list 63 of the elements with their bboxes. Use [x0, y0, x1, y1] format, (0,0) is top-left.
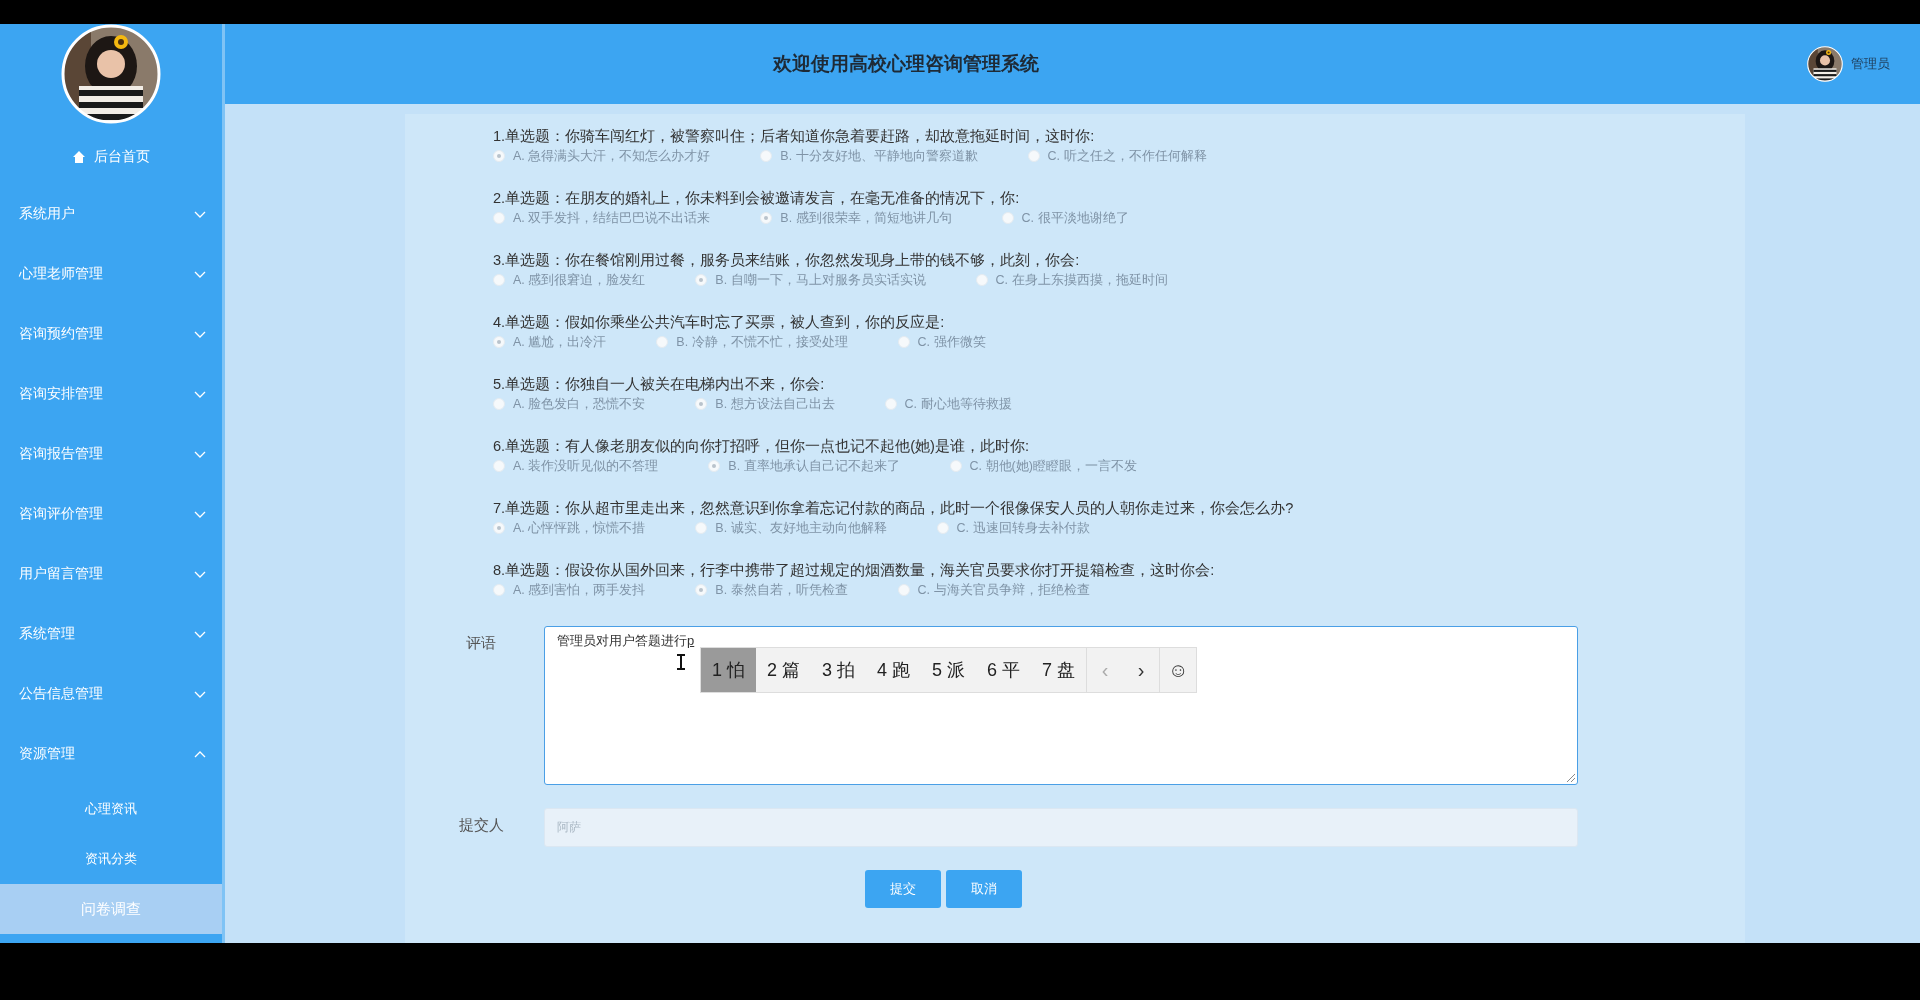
submit-button[interactable]: 提交: [865, 870, 941, 908]
option-label: C. 很平淡地谢绝了: [1021, 209, 1129, 227]
option-label: C. 耐心地等待救援: [904, 395, 1012, 413]
option-label: C. 在身上东摸西摸，拖延时间: [995, 271, 1168, 289]
candidate-item[interactable]: 1 怕: [701, 648, 756, 692]
question-text: 4.单选题：假如你乘坐公共汽车时忘了买票，被人查到，你的反应是:: [493, 313, 946, 332]
user-name[interactable]: 管理员: [1851, 55, 1890, 73]
emoji-button[interactable]: ☺: [1159, 648, 1197, 692]
option-label: A. 尴尬，出冷汗: [513, 333, 607, 351]
submenu-item[interactable]: 资讯分类: [0, 834, 222, 884]
menu-item[interactable]: 咨询预约管理: [19, 325, 103, 343]
question-text: 5.单选题：你独自一人被关在电梯内出不来，你会:: [493, 375, 826, 394]
home-icon: [72, 150, 86, 164]
app-title: 欢迎使用高校心理咨询管理系统: [771, 52, 1040, 76]
next-page-button[interactable]: ›: [1123, 648, 1160, 692]
menu-item[interactable]: 公告信息管理: [19, 685, 103, 703]
option-label: C. 迅速回转身去补付款: [956, 519, 1090, 537]
candidate-item[interactable]: 2 篇: [756, 648, 812, 692]
cancel-button[interactable]: 取消: [946, 870, 1022, 908]
option-label: C. 强作微笑: [917, 333, 986, 351]
option-label: A. 急得满头大汗，不知怎么办才好: [513, 147, 711, 165]
resize-handle-icon[interactable]: [1566, 773, 1576, 783]
option-label: A. 感到很窘迫，脸发红: [513, 271, 646, 289]
option-label: B. 感到很荣幸，简短地讲几句: [780, 209, 952, 227]
question-text: 1.单选题：你骑车闯红灯，被警察叫住；后者知道你急着要赶路，却故意拖延时间，这时你:: [493, 127, 1096, 146]
option-label: A. 心怦怦跳，惊慌不措: [513, 519, 646, 537]
field-label: 评语: [465, 633, 497, 653]
menu-item[interactable]: 咨询报告管理: [19, 445, 103, 463]
candidate-item[interactable]: 7 盘: [1031, 648, 1087, 692]
option-label: A. 感到害怕，两手发抖: [513, 581, 646, 599]
menu-item[interactable]: 咨询评价管理: [19, 505, 103, 523]
option-label: A. 装作没听见似的不答理: [513, 457, 659, 475]
option-label: B. 想方设法自己出去: [715, 395, 835, 413]
option-label: B. 直率地承认自己记不起来了: [728, 457, 900, 475]
menu-item[interactable]: 系统用户: [19, 205, 75, 223]
candidate-item[interactable]: 4 跑: [866, 648, 922, 692]
menu-item[interactable]: 资源管理: [19, 745, 75, 763]
candidate-item[interactable]: 6 平: [976, 648, 1032, 692]
candidate-item[interactable]: 3 拍: [811, 648, 867, 692]
candidate-item[interactable]: 5 派: [921, 648, 977, 692]
question-text: 3.单选题：你在餐馆刚用过餐，服务员来结账，你忽然发现身上带的钱不够，此刻，你会:: [493, 251, 1081, 270]
option-label: B. 十分友好地、平静地向警察道歉: [780, 147, 978, 165]
option-label: B. 诚实、友好地主动向他解释: [715, 519, 887, 537]
home-link[interactable]: 后台首页: [94, 148, 150, 166]
submenu-item[interactable]: 问卷调查: [0, 884, 222, 934]
menu-item[interactable]: 系统管理: [19, 625, 75, 643]
submenu-item[interactable]: 心理资讯: [0, 784, 222, 834]
menu-item[interactable]: 心理老师管理: [19, 265, 103, 283]
option-label: C. 听之任之，不作任何解释: [1047, 147, 1207, 165]
field-label: 提交人: [457, 815, 505, 835]
text-cursor-icon: [676, 654, 686, 670]
previous-page-button[interactable]: ‹: [1086, 648, 1124, 692]
menu-item[interactable]: 咨询安排管理: [19, 385, 103, 403]
option-label: B. 泰然自若，听凭检查: [715, 581, 848, 599]
menu-item[interactable]: 用户留言管理: [19, 565, 103, 583]
question-text: 2.单选题：在朋友的婚礼上，你未料到会被邀请发言，在毫无准备的情况下，你:: [493, 189, 1021, 208]
option-label: A. 双手发抖，结结巴巴说不出话来: [513, 209, 711, 227]
question-text: 8.单选题：假设你从国外回来，行李中携带了超过规定的烟酒数量，海关官员要求你打开提箱检查，这时你会:: [493, 561, 1216, 580]
option-label: A. 脸色发白，恐慌不安: [513, 395, 646, 413]
question-text: 7.单选题：你从超市里走出来，忽然意识到你拿着忘记付款的商品，此时一个很像保安人员的人朝你走过来，你会怎么办?: [493, 499, 1295, 518]
option-label: C. 与海关官员争辩，拒绝检查: [917, 581, 1090, 599]
question-text: 6.单选题：有人像老朋友似的向你打招呼，但你一点也记不起他(她)是谁，此时你:: [493, 437, 1030, 456]
option-label: B. 冷静，不慌不忙，接受处理: [676, 333, 848, 351]
